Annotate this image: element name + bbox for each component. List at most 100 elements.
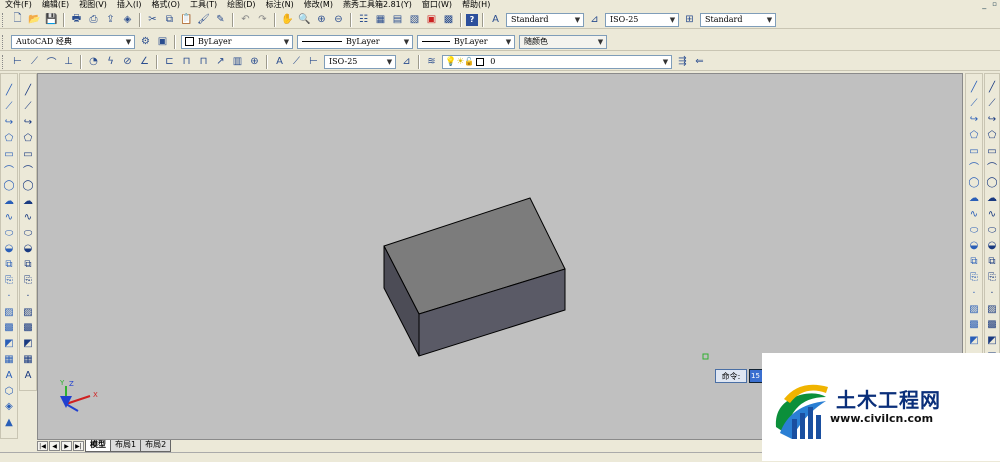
diameter-dim-icon[interactable]: ⊘ (120, 54, 135, 69)
se-iso-icon[interactable]: ∿ (967, 206, 982, 222)
revision-cloud-icon[interactable]: ☁ (21, 194, 36, 210)
cut-icon[interactable]: ✂ (145, 12, 160, 27)
top-view-icon[interactable]: ⟋ (967, 96, 982, 112)
point-icon[interactable]: · (21, 288, 36, 304)
ellipse-icon[interactable]: ⬭ (21, 225, 36, 241)
markup-icon[interactable]: ▣ (424, 12, 439, 27)
my-workspace-icon[interactable]: ▣ (155, 34, 170, 49)
workspace-select[interactable]: AutoCAD 经典 ▼ (11, 34, 135, 49)
zoom-realtime-icon[interactable]: 🔍 (297, 12, 312, 27)
rectangle-icon[interactable]: ▭ (21, 146, 36, 162)
sw-iso-icon[interactable]: ☁ (967, 191, 982, 207)
zoom-window-icon[interactable]: ⊕ (314, 12, 329, 27)
ne-iso-icon[interactable]: ⬭ (967, 222, 982, 238)
region-icon[interactable]: ◩ (21, 336, 36, 352)
text-style-select[interactable]: Standard ▼ (506, 12, 584, 27)
box-icon[interactable]: ╱ (2, 83, 17, 99)
slice-icon[interactable]: ▦ (2, 352, 17, 368)
workspace-settings-icon[interactable]: ⚙ (138, 34, 153, 49)
prev-tab-icon[interactable]: ◀ (49, 441, 60, 451)
right-view-icon[interactable]: ▭ (967, 143, 982, 159)
first-tab-icon[interactable]: |◀ (37, 441, 48, 451)
copy-icon[interactable]: ⟋ (985, 96, 1000, 112)
match-properties-icon[interactable]: 🖌 (196, 12, 211, 27)
toolbar-grip[interactable] (2, 34, 6, 49)
save-icon[interactable]: 💾 (44, 12, 59, 27)
tab-model[interactable]: 模型 (85, 440, 111, 452)
tool-palettes-icon[interactable]: ▤ (390, 12, 405, 27)
open-file-icon[interactable]: 📂 (27, 12, 42, 27)
command-input[interactable]: 15 (749, 369, 763, 383)
left-view-icon[interactable]: ⬠ (967, 127, 982, 143)
plot-icon[interactable]: 🖶 (69, 12, 84, 27)
minimize-icon[interactable]: _ (979, 0, 989, 10)
trim-icon[interactable]: ⬭ (985, 222, 1000, 238)
new-file-icon[interactable]: 🗋 (10, 12, 25, 27)
table-icon[interactable]: ▦ (21, 352, 36, 368)
menu-item-5[interactable]: 工具(T) (185, 0, 222, 10)
pan-icon[interactable]: ✋ (280, 12, 295, 27)
camera-icon[interactable]: ⧉ (967, 254, 982, 270)
aligned-dim-icon[interactable]: ⟋ (27, 54, 42, 69)
dim-style-select-2[interactable]: ISO-25 ▼ (324, 54, 396, 69)
sphere-icon[interactable]: ⬠ (2, 130, 17, 146)
construction-line-icon[interactable]: ⟋ (21, 99, 36, 115)
circle-icon[interactable]: ◯ (21, 178, 36, 194)
helix-icon[interactable]: · (2, 288, 17, 304)
arc-icon[interactable]: ⌒ (21, 162, 36, 178)
paste-icon[interactable]: 📋 (179, 12, 194, 27)
dim-style-select[interactable]: ISO-25 ▼ (605, 12, 679, 27)
sweep-icon[interactable]: ⬭ (2, 225, 17, 241)
cone-icon[interactable]: ↪ (2, 115, 17, 131)
menu-item-11[interactable]: 帮助(H) (457, 0, 495, 10)
linetype-select[interactable]: ByLayer ▼ (297, 34, 413, 49)
publish-icon[interactable]: ⇪ (103, 12, 118, 27)
last-tab-icon[interactable]: ▶| (73, 441, 84, 451)
insert-block-icon[interactable]: ⧉ (21, 257, 36, 273)
dim-update-icon[interactable]: ⊢ (306, 54, 321, 69)
block-editor-icon[interactable]: ✎ (213, 12, 228, 27)
hidden-icon[interactable]: ▩ (967, 317, 982, 333)
calculator-icon[interactable]: ▩ (441, 12, 456, 27)
sheet-set-icon[interactable]: ▧ (407, 12, 422, 27)
layer-properties-icon[interactable]: ≋ (424, 54, 439, 69)
make-block-icon[interactable]: ⎘ (21, 273, 36, 289)
line-icon[interactable]: ╱ (21, 83, 36, 99)
make-object-layer-current-icon[interactable]: ⇶ (675, 54, 690, 69)
ucs-icon[interactable]: ╱ (967, 80, 982, 96)
ordinate-dim-icon[interactable]: ⊥ (61, 54, 76, 69)
union-icon[interactable]: ▨ (2, 304, 17, 320)
break-at-point-icon[interactable]: ⧉ (985, 254, 1000, 270)
bottom-view-icon[interactable]: ↪ (967, 112, 982, 128)
angular-dim-icon[interactable]: ∠ (137, 54, 152, 69)
mtext-icon[interactable]: A (21, 367, 36, 383)
polyline-icon[interactable]: ↪ (21, 115, 36, 131)
lineweight-select[interactable]: ByLayer ▼ (417, 34, 515, 49)
offset-icon[interactable]: ⬠ (985, 127, 1000, 143)
copy-icon[interactable]: ⧉ (162, 12, 177, 27)
visual-style-2d-icon[interactable]: · (967, 285, 982, 301)
radius-dim-icon[interactable]: ◔ (86, 54, 101, 69)
tab-layout1[interactable]: 布局1 (110, 440, 142, 452)
color-select[interactable]: ByLayer ▼ (181, 34, 293, 49)
gradient-icon[interactable]: ▩ (21, 320, 36, 336)
menu-item-0[interactable]: 文件(F) (0, 0, 37, 10)
dim-style-manager-icon[interactable]: ⊿ (399, 54, 414, 69)
extrude-icon[interactable]: ☁ (2, 194, 17, 210)
torus-icon[interactable]: ⌒ (2, 162, 17, 178)
nw-iso-icon[interactable]: ◒ (967, 238, 982, 254)
restore-icon[interactable]: ▫ (989, 0, 1000, 10)
menu-item-6[interactable]: 绘图(D) (222, 0, 260, 10)
dim-text-edit-icon[interactable]: ⟋ (289, 54, 304, 69)
baseline-dim-icon[interactable]: ⊓ (179, 54, 194, 69)
plot-style-select[interactable]: 随颜色 ▼ (519, 34, 607, 49)
tab-layout2[interactable]: 布局2 (140, 440, 172, 452)
join-icon[interactable]: · (985, 285, 1000, 301)
scale-icon[interactable]: ☁ (985, 191, 1000, 207)
back-view-icon[interactable]: ◯ (967, 175, 982, 191)
menu-item-1[interactable]: 编辑(E) (37, 0, 74, 10)
move-icon[interactable]: ⌒ (985, 159, 1000, 175)
menu-item-4[interactable]: 格式(O) (146, 0, 185, 10)
explode-modify-icon[interactable]: ◩ (985, 333, 1000, 349)
quick-leader-icon[interactable]: ↗ (213, 54, 228, 69)
